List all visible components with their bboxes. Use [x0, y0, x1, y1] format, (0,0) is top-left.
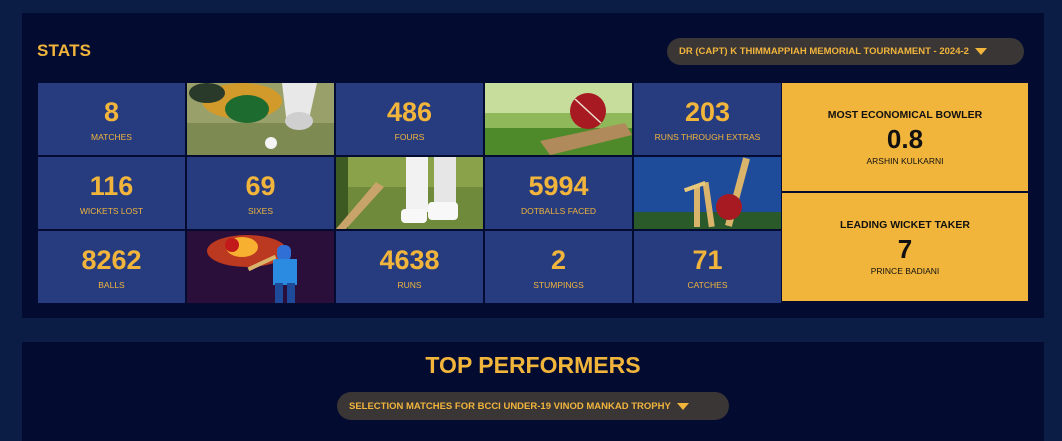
stat-tile-balls: 8262 BALLS	[38, 231, 185, 303]
stat-label: WICKETS LOST	[79, 205, 144, 216]
stat-tile-matches: 8 MATCHES	[38, 83, 185, 155]
stat-label: MATCHES	[91, 131, 132, 142]
stat-tile-wickets-lost: 116 WICKETS LOST	[38, 157, 185, 229]
stat-value: 2	[550, 244, 567, 275]
stat-value: 8262	[81, 244, 142, 275]
batsman-legs-image	[336, 157, 483, 229]
stat-label: STUMPINGS	[533, 279, 584, 290]
most-economical-bowler-card: MOST ECONOMICAL BOWLER 0.8 ARSHIN KULKAR…	[782, 83, 1028, 191]
highlight-title: LEADING WICKET TAKER	[840, 218, 970, 231]
stat-tile-sixes: 69 SIXES	[187, 157, 334, 229]
highlight-value: 7	[897, 233, 913, 264]
stat-tile-runs: 4638 RUNS	[336, 231, 483, 303]
top-performers-title: TOP PERFORMERS	[425, 352, 641, 378]
stat-label: BALLS	[98, 279, 125, 290]
stat-label: FOURS	[394, 131, 425, 142]
chevron-down-icon	[974, 48, 987, 55]
highlight-value: 0.8	[886, 123, 924, 154]
stat-label: RUNS	[397, 279, 422, 290]
stat-tile-fours: 486 FOURS	[336, 83, 483, 155]
stat-label: DOTBALLS FACED	[520, 205, 597, 216]
stat-value: 116	[89, 170, 134, 201]
highlight-title: MOST ECONOMICAL BOWLER	[827, 108, 983, 121]
stats-panel: STATS DR (CAPT) K THIMMAPPIAH MEMORIAL T…	[22, 13, 1044, 318]
stat-value: 4638	[379, 244, 440, 275]
tournament-dropdown-label: DR (CAPT) K THIMMAPPIAH MEMORIAL TOURNAM…	[679, 46, 969, 57]
stat-label: RUNS THROUGH EXTRAS	[654, 131, 761, 142]
ball-hitting-stumps-image	[634, 157, 781, 229]
tournament-dropdown[interactable]: DR (CAPT) K THIMMAPPIAH MEMORIAL TOURNAM…	[667, 38, 1024, 65]
wicketkeeper-gloves-image	[187, 83, 334, 155]
stat-value: 71	[692, 244, 723, 275]
stat-value: 69	[245, 170, 276, 201]
stat-tile-dotballs-faced: 5994 DOTBALLS FACED	[485, 157, 632, 229]
stat-tile-runs-through-extras: 203 RUNS THROUGH EXTRAS	[634, 83, 781, 155]
stat-tile-stumpings: 2 STUMPINGS	[485, 231, 632, 303]
highlight-player-name: ARSHIN KULKARNI	[866, 155, 944, 166]
competition-dropdown[interactable]: SELECTION MATCHES FOR BCCI UNDER-19 VINO…	[337, 392, 729, 420]
highlights-column: MOST ECONOMICAL BOWLER 0.8 ARSHIN KULKAR…	[782, 83, 1028, 301]
stat-label: CATCHES	[687, 279, 728, 290]
stat-value: 486	[386, 96, 433, 127]
cricket-ball-on-bat-image	[485, 83, 632, 155]
competition-dropdown-label: SELECTION MATCHES FOR BCCI UNDER-19 VINO…	[349, 400, 671, 412]
stat-tile-catches: 71 CATCHES	[634, 231, 781, 303]
top-performers-panel: TOP PERFORMERS SELECTION MATCHES FOR BCC…	[22, 342, 1044, 441]
chevron-down-icon	[676, 402, 689, 410]
leading-wicket-taker-card: LEADING WICKET TAKER 7 PRINCE BADIANI	[782, 193, 1028, 301]
stat-value: 203	[684, 96, 731, 127]
stat-value: 8	[103, 96, 120, 127]
stat-label: SIXES	[247, 205, 274, 216]
fiery-batsman-image	[187, 231, 334, 303]
stats-grid: 8 MATCHES 486 FOURS 203 RUNS THROUGH EXT…	[38, 83, 781, 303]
highlight-player-name: PRINCE BADIANI	[870, 265, 940, 276]
stats-title: STATS	[37, 41, 92, 60]
stat-value: 5994	[528, 170, 589, 201]
